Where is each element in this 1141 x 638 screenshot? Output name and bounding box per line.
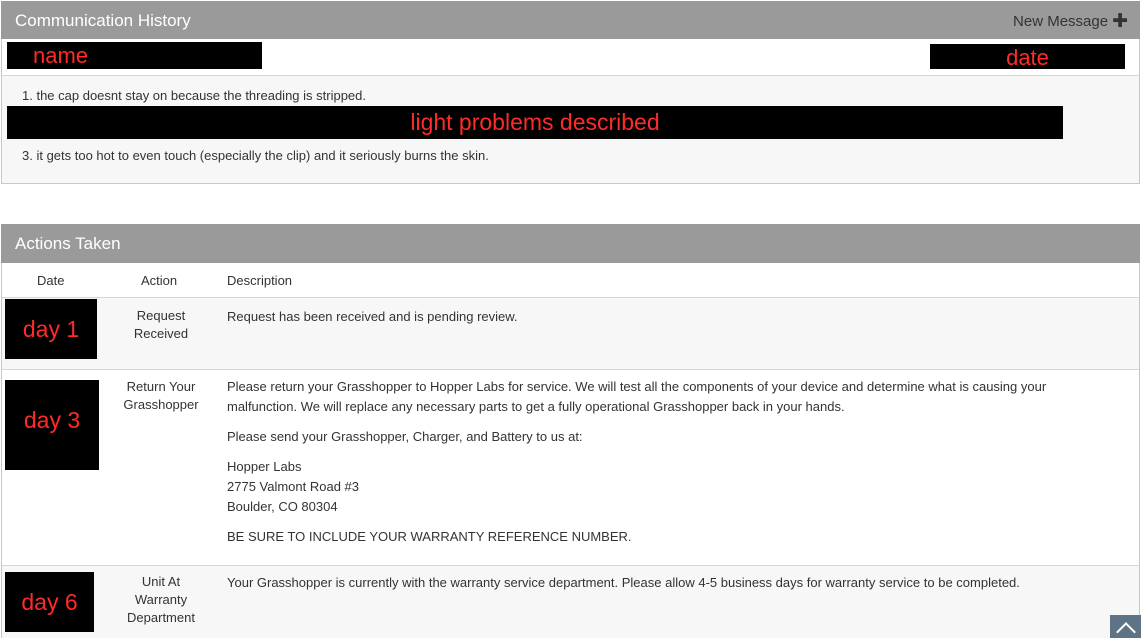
shipping-address: Hopper Labs 2775 Valmont Road #3 Boulder…: [227, 457, 1107, 517]
message-meta-row: name date: [2, 39, 1139, 76]
description-paragraph: Your Grasshopper is currently with the w…: [227, 575, 1020, 590]
communication-history-header: Communication History New Message ✚: [1, 1, 1140, 40]
message-line-1: 1. the cap doesnt stay on because the th…: [22, 88, 367, 103]
action-text: Return Your: [126, 379, 196, 394]
address-line: 2775 Valmont Road #3: [227, 479, 360, 494]
action-text: Received: [133, 326, 189, 341]
redacted-date: date: [930, 44, 1125, 70]
actions-table: Date Action Description day 1 Request Re…: [1, 263, 1140, 638]
plus-icon: ✚: [1112, 10, 1128, 32]
description-paragraph: Please return your Grasshopper to Hopper…: [227, 379, 1047, 414]
message-line-3: 3. it gets too hot to even touch (especi…: [22, 148, 489, 163]
description-cell: Your Grasshopper is currently with the w…: [227, 573, 1107, 603]
action-text: Warranty: [134, 592, 188, 607]
communication-message: name date 1. the cap doesnt stay on beca…: [1, 39, 1140, 184]
action-text: Department: [127, 610, 195, 625]
redacted-date-cell: day 1: [5, 299, 97, 359]
action-text: Unit At: [141, 574, 181, 589]
column-header-date: Date: [37, 273, 65, 288]
action-text: Request: [136, 308, 186, 323]
redacted-date-cell: day 3: [5, 380, 99, 470]
action-cell: Unit At Warranty Department: [102, 573, 220, 627]
table-row: day 3 Return Your Grasshopper Please ret…: [2, 370, 1139, 566]
description-paragraph: Request has been received and is pending…: [227, 309, 518, 324]
redacted-name: name: [7, 42, 262, 69]
description-cell: Request has been received and is pending…: [227, 307, 1107, 337]
table-header-row: Date Action Description: [2, 263, 1139, 298]
description-paragraph: Please send your Grasshopper, Charger, a…: [227, 429, 583, 444]
actions-taken-header: Actions Taken: [1, 224, 1140, 263]
table-row: day 6 Unit At Warranty Department Your G…: [2, 566, 1139, 638]
action-cell: Return Your Grasshopper: [102, 378, 220, 414]
warranty-note: BE SURE TO INCLUDE YOUR WARRANTY REFEREN…: [227, 529, 632, 544]
description-cell: Please return your Grasshopper to Hopper…: [227, 377, 1107, 557]
address-line: Hopper Labs: [227, 459, 302, 474]
column-header-description: Description: [227, 273, 293, 288]
address-line: Boulder, CO 80304: [227, 499, 338, 514]
actions-taken-title: Actions Taken: [15, 234, 121, 253]
action-cell: Request Received: [102, 307, 220, 343]
table-row: day 1 Request Received Request has been …: [2, 298, 1139, 370]
column-header-action: Action: [141, 273, 178, 288]
new-message-label: New Message: [1013, 13, 1109, 30]
redacted-date-cell: day 6: [5, 572, 94, 632]
new-message-button[interactable]: New Message ✚: [1013, 10, 1128, 32]
action-text: Grasshopper: [123, 397, 199, 412]
redacted-problems: light problems described: [7, 106, 1063, 139]
scroll-to-top-button[interactable]: [1110, 615, 1141, 638]
communication-history-title: Communication History: [15, 11, 191, 30]
